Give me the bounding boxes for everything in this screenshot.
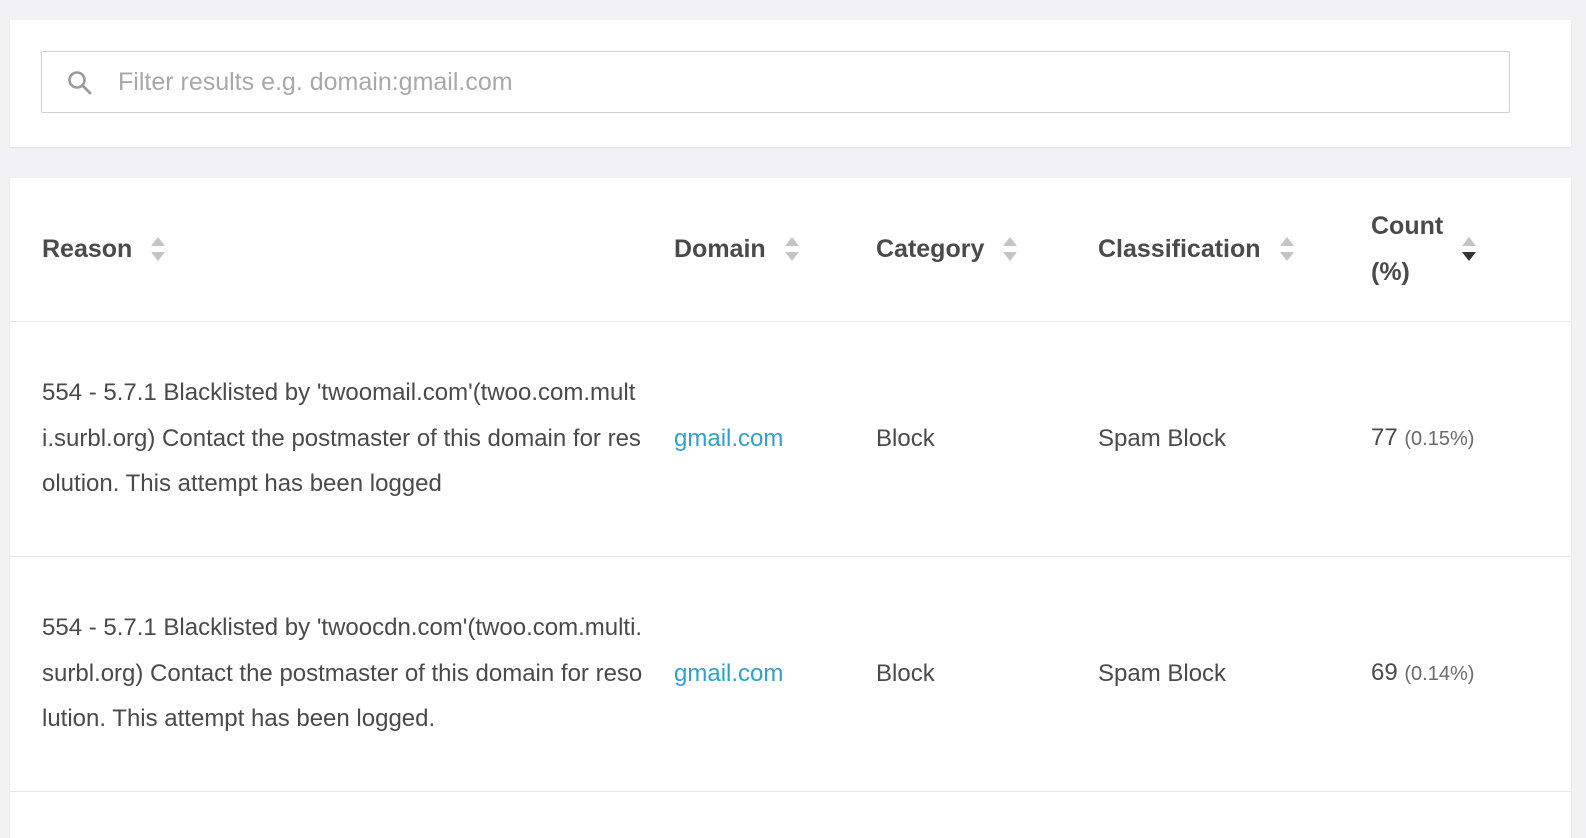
domain-cell: gmail.com — [674, 556, 876, 792]
results-table: Reason Domain Category Classification Co… — [10, 178, 1571, 792]
classification-cell: Spam Block — [1098, 556, 1371, 792]
column-header-classification[interactable]: Classification — [1098, 178, 1371, 322]
category-cell: Block — [876, 321, 1098, 557]
count-cell: 77 (0.15%) — [1371, 321, 1571, 557]
sort-icon[interactable] — [1279, 235, 1295, 263]
column-header-label: Reason — [42, 234, 133, 263]
count-cell: 69 (0.14%) — [1371, 556, 1571, 792]
column-header-count[interactable]: Count (%) — [1371, 178, 1571, 322]
table-row: 554 - 5.7.1 Blacklisted by 'twoomail.com… — [10, 321, 1571, 557]
count-value: 69 — [1371, 658, 1398, 686]
reason-cell: 554 - 5.7.1 Blacklisted by 'twoocdn.com'… — [10, 556, 674, 792]
column-header-category[interactable]: Category — [876, 178, 1098, 322]
domain-link[interactable]: gmail.com — [674, 660, 783, 687]
filter-panel — [10, 20, 1571, 147]
column-header-label: Classification — [1098, 234, 1261, 263]
column-header-label: Count (%) — [1371, 212, 1444, 287]
column-header-reason[interactable]: Reason — [10, 178, 674, 322]
table-row: 554 - 5.7.1 Blacklisted by 'twoocdn.com'… — [10, 556, 1571, 792]
filter-input[interactable] — [118, 52, 1498, 112]
sort-icon[interactable] — [150, 235, 166, 263]
sort-desc-icon[interactable] — [1461, 235, 1477, 263]
count-value: 77 — [1371, 423, 1398, 451]
column-header-domain[interactable]: Domain — [674, 178, 876, 322]
results-table-panel: Reason Domain Category Classification Co… — [10, 178, 1571, 838]
domain-cell: gmail.com — [674, 321, 876, 557]
sort-icon[interactable] — [784, 235, 800, 263]
count-percent: (0.14%) — [1404, 662, 1475, 685]
filter-box[interactable] — [41, 51, 1510, 113]
classification-cell: Spam Block — [1098, 321, 1371, 557]
column-header-label: Domain — [674, 234, 766, 263]
reason-cell: 554 - 5.7.1 Blacklisted by 'twoomail.com… — [10, 321, 674, 557]
sort-icon[interactable] — [1002, 235, 1018, 263]
search-icon — [68, 71, 92, 95]
column-header-label: Category — [876, 234, 985, 263]
table-header-row: Reason Domain Category Classification Co… — [10, 178, 1571, 322]
count-percent: (0.15%) — [1404, 427, 1475, 450]
domain-link[interactable]: gmail.com — [674, 425, 783, 452]
category-cell: Block — [876, 556, 1098, 792]
